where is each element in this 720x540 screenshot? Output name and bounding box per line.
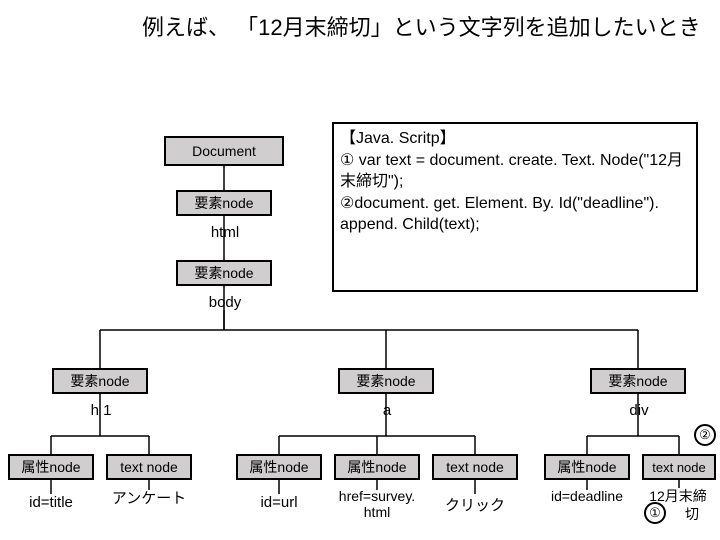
text-node-3: text node <box>642 454 716 480</box>
attr-node-3-value: href=survey. html <box>334 488 420 520</box>
label-h1: h 1 <box>84 402 118 419</box>
attr-node-2: 属性node <box>236 454 322 480</box>
circle-2: ② <box>694 424 716 446</box>
text-node-1: text node <box>106 454 192 480</box>
attr-node-1: 属性node <box>8 454 94 480</box>
attr-node-3: 属性node <box>334 454 420 480</box>
attr-node-1-value: id=title <box>8 494 94 511</box>
attr-node-4: 属性node <box>544 454 630 480</box>
attr-node-4-value: id=deadline <box>544 488 630 504</box>
node-document-label: Document <box>192 143 256 159</box>
node-elem-div: 要素node <box>590 368 686 394</box>
text-node-3-value-l2: 切 <box>670 504 714 524</box>
node-elem-a: 要素node <box>338 368 434 394</box>
label-body: body <box>200 294 250 311</box>
circle-1: ① <box>644 502 666 524</box>
text-node-2: text node <box>432 454 518 480</box>
node-elem-2: 要素node <box>176 260 272 286</box>
node-elem-h1: 要素node <box>52 368 148 394</box>
js-text: 【Java. Scritp】 ① var text = document. cr… <box>340 130 683 233</box>
page-title: 例えば、 「12月末締切」という文字列を追加したいとき <box>142 14 701 43</box>
label-div: div <box>622 402 656 419</box>
label-html: html <box>200 224 250 241</box>
text-node-2-value: クリック <box>432 494 518 515</box>
node-elem-2-label: 要素node <box>194 263 253 283</box>
node-elem-1: 要素node <box>176 190 272 216</box>
node-document: Document <box>164 136 284 166</box>
text-node-1-value: アンケート <box>106 490 192 508</box>
js-explanation: 【Java. Scritp】 ① var text = document. cr… <box>332 122 698 292</box>
attr-node-2-value: id=url <box>236 494 322 511</box>
label-a: a <box>378 402 396 419</box>
node-elem-1-label: 要素node <box>194 193 253 213</box>
